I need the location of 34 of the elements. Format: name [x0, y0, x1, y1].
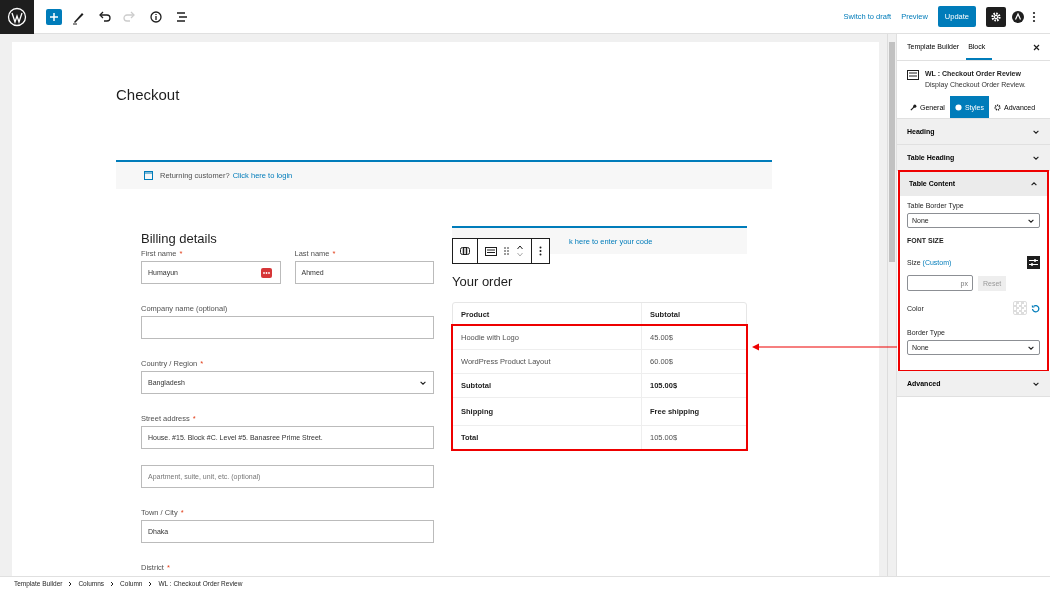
- scrollbar-thumb[interactable]: [889, 42, 895, 262]
- block-icon[interactable]: [485, 246, 497, 256]
- chevron-up-icon: [1030, 179, 1038, 188]
- chevron-right-icon: [68, 580, 73, 587]
- input-field[interactable]: [141, 316, 434, 339]
- page-title: Checkout: [116, 86, 181, 103]
- window-icon: [144, 171, 153, 180]
- palette-icon: [954, 103, 962, 111]
- columns-icon: [460, 247, 470, 255]
- more-options-icon: [539, 246, 542, 256]
- settings-button[interactable]: [986, 6, 1006, 27]
- reset-icon[interactable]: [1031, 303, 1040, 313]
- move-arrows-icon[interactable]: [516, 244, 524, 258]
- settings-icon: [990, 10, 1002, 23]
- gear-icon: [993, 103, 1001, 111]
- wordpress-logo-icon[interactable]: [0, 0, 34, 34]
- color-swatch[interactable]: [1013, 301, 1027, 315]
- more-options-icon[interactable]: [1032, 10, 1036, 23]
- block-options-button[interactable]: [531, 238, 550, 264]
- drag-handle-icon[interactable]: [504, 247, 509, 255]
- autofill-icon[interactable]: [260, 268, 272, 278]
- sliders-icon[interactable]: [1027, 256, 1040, 269]
- order-heading: Your order: [452, 274, 514, 289]
- wrench-icon: [910, 103, 917, 111]
- billing-heading: Billing details: [141, 231, 218, 246]
- chevron-right-icon: [148, 580, 153, 587]
- block-icon: [907, 70, 919, 80]
- block-toolbar[interactable]: [477, 238, 532, 264]
- chevron-right-icon: [110, 580, 115, 587]
- info-icon: [148, 8, 164, 25]
- plugin-logo-icon[interactable]: [1012, 10, 1024, 23]
- add-block-button[interactable]: [46, 8, 62, 25]
- parent-block-button[interactable]: [452, 238, 478, 264]
- close-icon[interactable]: [1033, 43, 1040, 51]
